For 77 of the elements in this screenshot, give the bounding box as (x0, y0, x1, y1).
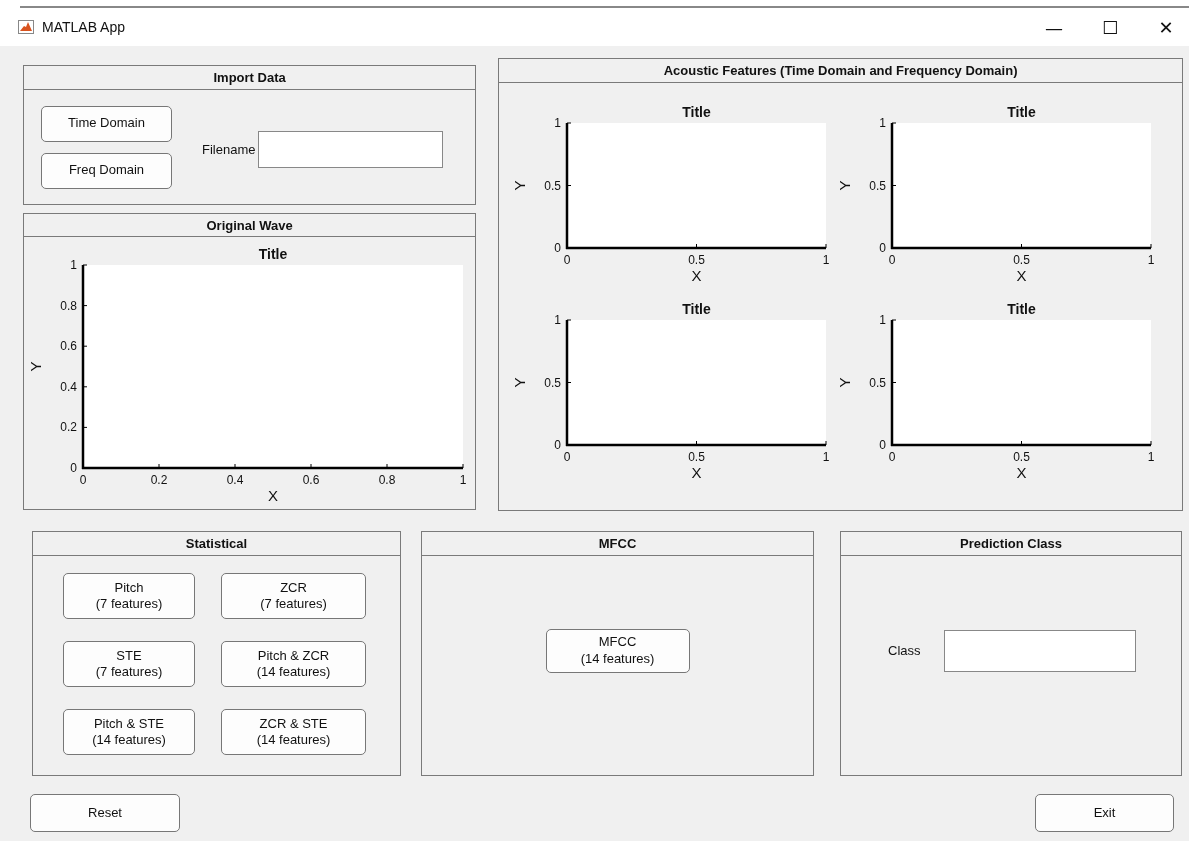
tick-label: 1 (822, 450, 830, 464)
field-label: Filename (202, 141, 256, 157)
panel-title: Prediction Class (841, 532, 1181, 556)
chart-title: Title (682, 301, 711, 317)
input-field[interactable] (943, 629, 1136, 672)
axis-label: Y (511, 180, 529, 191)
tick-label: 0.8 (60, 298, 77, 313)
tick-label: 0.5 (869, 178, 887, 193)
button[interactable]: ZCR (7 features) (221, 573, 366, 619)
tick-label: 1 (554, 116, 562, 130)
tick-label: 0.6 (60, 339, 77, 354)
tick-label: 1 (70, 258, 77, 272)
tick-label: 0.5 (544, 375, 562, 390)
close-button[interactable]: ✕ (1143, 10, 1189, 44)
button[interactable]: STE (7 features) (63, 641, 195, 687)
axis-label: X (1016, 464, 1027, 481)
tick-label: 1 (879, 313, 887, 327)
tick-label: 0.6 (302, 473, 320, 487)
panel-title: Acoustic Features (Time Domain and Frequency Domain) (499, 59, 1182, 83)
field-label: Class (888, 643, 921, 658)
tick-label: 0.8 (378, 473, 396, 487)
button[interactable]: Pitch (7 features) (63, 573, 195, 619)
app-icon (18, 20, 34, 34)
input-field[interactable] (258, 130, 444, 168)
panel-title: Statistical (33, 532, 400, 556)
tick-label: 1 (1147, 450, 1155, 464)
axis-label: Y (27, 361, 44, 372)
button[interactable]: Exit (1035, 794, 1174, 832)
tick-label: 0 (879, 438, 887, 452)
tick-label: 1 (879, 116, 887, 130)
axis-label: Y (836, 180, 854, 191)
button[interactable]: Freq Domain (41, 152, 172, 189)
tick-label: 0 (79, 473, 87, 487)
tick-label: 0.5 (688, 253, 706, 267)
axis-label: X (691, 464, 702, 481)
maximize-button[interactable]: ☐ (1087, 10, 1133, 44)
tick-label: 0.5 (688, 450, 706, 464)
button[interactable]: Time Domain (41, 105, 172, 142)
tick-label: 1 (1147, 253, 1155, 267)
axis-label: Y (511, 377, 529, 388)
axis-label: X (1016, 267, 1027, 284)
panel-title: Import Data (24, 66, 476, 90)
button[interactable]: Pitch & STE (14 features) (63, 709, 195, 755)
tick-label: 1 (822, 253, 830, 267)
chart-title: Title (258, 246, 288, 262)
panel-title: MFCC (422, 532, 813, 556)
tick-label: 0.2 (60, 420, 77, 435)
tick-label: 1 (459, 473, 467, 487)
axis-label: X (691, 267, 702, 284)
tick-label: 0 (554, 241, 562, 255)
tick-label: 0 (563, 450, 571, 464)
tick-label: 0.4 (60, 379, 77, 394)
tick-label: 0 (879, 241, 887, 255)
minimize-button[interactable]: — (1031, 10, 1077, 44)
chart-title: Title (1007, 301, 1036, 317)
window-title: MATLAB App (42, 19, 125, 35)
button[interactable]: Pitch & ZCR (14 features) (221, 641, 366, 687)
tick-label: 0.2 (150, 473, 168, 487)
tick-label: 0 (70, 461, 77, 475)
button[interactable]: MFCC (14 features) (545, 628, 690, 673)
tick-label: 0.5 (544, 178, 562, 193)
tick-label: 0.5 (1013, 450, 1031, 464)
tick-label: 0 (888, 450, 896, 464)
axis-label: X (268, 487, 278, 504)
button[interactable]: Reset (30, 794, 180, 832)
panel-title: Original Wave (24, 214, 476, 237)
tick-label: 1 (554, 313, 562, 327)
tick-label: 0.5 (869, 375, 887, 390)
tick-label: 0 (554, 438, 562, 452)
chart-title: Title (682, 104, 711, 120)
button[interactable]: ZCR & STE (14 features) (221, 709, 366, 755)
tick-label: 0 (563, 253, 571, 267)
tick-label: 0 (888, 253, 896, 267)
axis-label: Y (836, 377, 854, 388)
tick-label: 0.4 (226, 473, 244, 487)
tick-label: 0.5 (1013, 253, 1031, 267)
chart-title: Title (1007, 104, 1036, 120)
